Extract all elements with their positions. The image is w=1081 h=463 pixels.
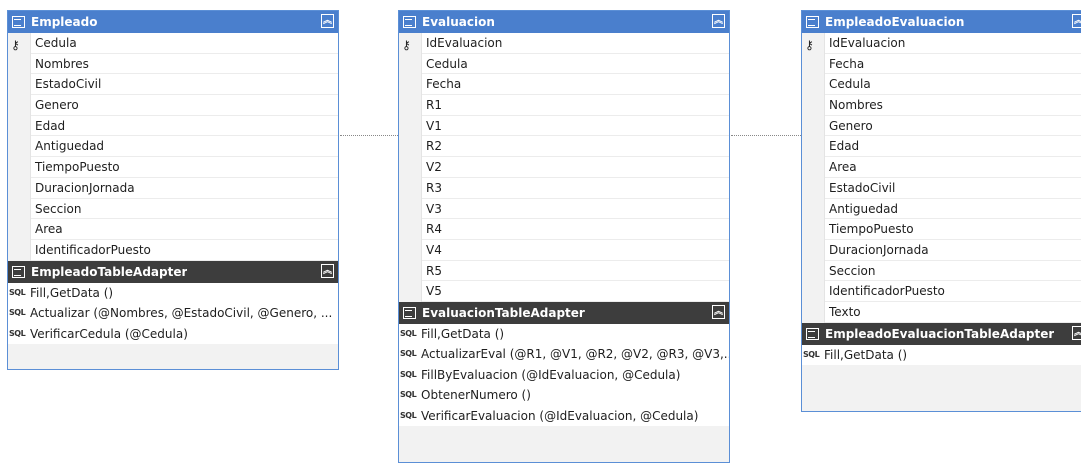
column-row[interactable]: V1 bbox=[422, 116, 729, 137]
method-list: SQL Fill,GetData () bbox=[802, 344, 1081, 366]
column-row[interactable]: Fecha bbox=[422, 74, 729, 96]
column-row[interactable]: DuracionJornada bbox=[825, 240, 1081, 261]
adapter-title: EmpleadoTableAdapter bbox=[31, 264, 188, 279]
method-row[interactable]: SQL Fill,GetData () bbox=[802, 345, 1081, 366]
method-row[interactable]: SQL ObtenerNumero () bbox=[399, 385, 729, 406]
method-list: SQL Fill,GetData () SQL Actualizar (@Nombr… bbox=[8, 282, 338, 345]
table-icon bbox=[806, 16, 819, 28]
table-title: EmpleadoEvaluacion bbox=[825, 15, 965, 29]
primary-key-icon: ⚷ bbox=[402, 38, 411, 52]
column-list: ⚷ IdEvaluacion Fecha Cedula Nombres Gener… bbox=[805, 33, 1081, 323]
collapse-chevron-icon[interactable]: ︽ bbox=[712, 304, 725, 319]
collapse-chevron-icon[interactable]: ︽ bbox=[712, 14, 725, 28]
column-row[interactable]: R3 bbox=[422, 178, 729, 199]
column-row[interactable]: Antiguedad bbox=[31, 136, 338, 158]
relation-connector[interactable] bbox=[340, 135, 398, 136]
column-row[interactable]: Cedula bbox=[422, 54, 729, 75]
column-row[interactable]: EstadoCivil bbox=[31, 74, 338, 96]
table-title: Evaluacion bbox=[422, 15, 495, 29]
sql-query-icon: SQL bbox=[400, 410, 417, 420]
adapter-header[interactable]: EmpleadoEvaluacionTableAdapter ︽ bbox=[802, 322, 1081, 345]
method-row[interactable]: SQL Fill,GetData () bbox=[8, 283, 338, 304]
method-row[interactable]: SQL Fill,GetData () bbox=[399, 324, 729, 345]
collapse-chevron-icon[interactable]: ︽ bbox=[321, 263, 334, 278]
column-row[interactable]: Seccion bbox=[31, 199, 338, 220]
column-row[interactable]: R2 bbox=[422, 136, 729, 158]
table-title: Empleado bbox=[31, 15, 98, 29]
column-row[interactable]: Area bbox=[31, 219, 338, 240]
table-adapter-icon bbox=[806, 327, 819, 340]
collapse-chevron-icon[interactable]: ︽ bbox=[321, 14, 334, 28]
column-row[interactable]: Antiguedad bbox=[825, 199, 1081, 220]
column-row[interactable]: Edad bbox=[31, 116, 338, 137]
table-header[interactable]: Empleado ︽ bbox=[8, 11, 338, 33]
sql-query-icon: SQL bbox=[400, 369, 417, 379]
column-row[interactable]: IdentificadorPuesto bbox=[31, 240, 338, 261]
table-evaluacion[interactable]: Evaluacion ︽ ⚷ IdEvaluacion Cedula Fecha … bbox=[398, 10, 730, 463]
column-row[interactable]: Cedula bbox=[825, 74, 1081, 96]
sql-query-icon: SQL bbox=[400, 328, 417, 338]
table-adapter-icon bbox=[403, 306, 416, 319]
column-row[interactable]: Texto bbox=[825, 302, 1081, 323]
table-adapter-icon bbox=[12, 265, 25, 278]
column-row[interactable]: TiempoPuesto bbox=[31, 157, 338, 178]
column-row[interactable]: Area bbox=[825, 157, 1081, 178]
column-list: ⚷ IdEvaluacion Cedula Fecha R1 V1 R2 V2 R… bbox=[402, 33, 729, 302]
column-row[interactable]: V3 bbox=[422, 199, 729, 220]
method-list: SQL Fill,GetData () SQL ActualizarEval (@R… bbox=[399, 323, 729, 427]
primary-key-icon: ⚷ bbox=[11, 38, 20, 52]
column-row[interactable]: IdentificadorPuesto bbox=[825, 281, 1081, 302]
column-row[interactable]: DuracionJornada bbox=[31, 178, 338, 199]
sql-query-icon: SQL bbox=[400, 349, 417, 359]
adapter-header[interactable]: EmpleadoTableAdapter ︽ bbox=[8, 260, 338, 283]
table-empleado-evaluacion[interactable]: EmpleadoEvaluacion ︽ ⚷IdEvaluacion Fecha… bbox=[801, 10, 1081, 412]
table-empleado[interactable]: Empleado ︽ ⚷ Cedula Nombres EstadoCivil G… bbox=[7, 10, 339, 370]
collapse-chevron-icon[interactable]: ︽ bbox=[1072, 14, 1081, 28]
column-row[interactable]: V4 bbox=[422, 240, 729, 261]
method-row[interactable]: SQL Actualizar (@Nombres, @EstadoCivil, @… bbox=[8, 303, 338, 324]
sql-query-icon: SQL bbox=[400, 390, 417, 400]
table-header[interactable]: Evaluacion ︽ bbox=[399, 11, 729, 33]
primary-key-icon: ⚷ bbox=[805, 38, 814, 52]
column-row[interactable]: V2 bbox=[422, 157, 729, 178]
column-row[interactable]: Genero bbox=[31, 95, 338, 116]
sql-query-icon: SQL bbox=[9, 308, 26, 318]
relation-connector[interactable] bbox=[731, 135, 801, 136]
sql-query-icon: SQL bbox=[9, 328, 26, 338]
column-row[interactable]: Nombres bbox=[31, 54, 338, 75]
adapter-header[interactable]: EvaluacionTableAdapter ︽ bbox=[399, 301, 729, 324]
column-row[interactable]: R1 bbox=[422, 95, 729, 116]
column-row[interactable]: EstadoCivil bbox=[825, 178, 1081, 199]
column-row[interactable]: ⚷ Cedula bbox=[11, 33, 338, 54]
method-row[interactable]: SQL ActualizarEval (@R1, @V1, @R2, @V2, @… bbox=[399, 344, 729, 365]
column-row[interactable]: Seccion bbox=[825, 261, 1081, 282]
adapter-title: EvaluacionTableAdapter bbox=[422, 305, 585, 320]
column-row[interactable]: R4 bbox=[422, 219, 729, 240]
table-icon bbox=[403, 16, 416, 28]
column-row[interactable]: Nombres bbox=[825, 95, 1081, 116]
table-header[interactable]: EmpleadoEvaluacion ︽ bbox=[802, 11, 1081, 33]
method-row[interactable]: SQL FillByEvaluacion (@IdEvaluacion, @Ced… bbox=[399, 365, 729, 386]
column-row[interactable]: ⚷ IdEvaluacion bbox=[402, 33, 729, 54]
column-row[interactable]: Genero bbox=[825, 116, 1081, 137]
column-row[interactable]: TiempoPuesto bbox=[825, 219, 1081, 240]
method-row[interactable]: SQL VerificarCedula (@Cedula) bbox=[8, 324, 338, 345]
column-row[interactable]: R5 bbox=[422, 261, 729, 282]
sql-query-icon: SQL bbox=[9, 287, 26, 297]
table-icon bbox=[12, 16, 25, 28]
sql-query-icon: SQL bbox=[803, 349, 820, 359]
column-row[interactable]: ⚷ IdEvaluacion bbox=[805, 33, 1081, 54]
column-list: ⚷ Cedula Nombres EstadoCivil Genero Edad … bbox=[11, 33, 338, 261]
column-row[interactable]: Fecha bbox=[825, 54, 1081, 75]
column-row[interactable]: V5 bbox=[422, 281, 729, 302]
method-row[interactable]: SQL VerificarEvaluacion (@IdEvaluacion, @… bbox=[399, 406, 729, 427]
collapse-chevron-icon[interactable]: ︽ bbox=[1072, 325, 1081, 340]
column-row[interactable]: Edad bbox=[825, 136, 1081, 158]
adapter-title: EmpleadoEvaluacionTableAdapter bbox=[825, 326, 1055, 341]
